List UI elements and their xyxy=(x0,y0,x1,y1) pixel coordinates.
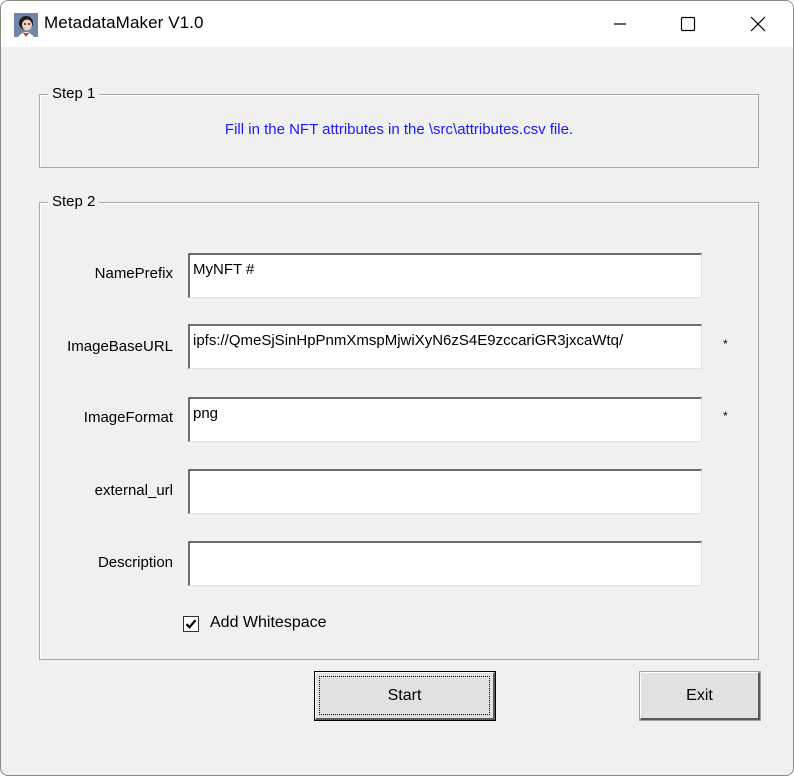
imageformat-label: ImageFormat xyxy=(83,409,173,426)
maximize-button[interactable] xyxy=(653,1,723,47)
add-whitespace-checkbox[interactable] xyxy=(183,616,199,632)
window-title: MetadataMaker V1.0 xyxy=(44,13,204,32)
close-button[interactable] xyxy=(723,1,793,47)
description-input[interactable] xyxy=(188,541,702,586)
nameprefix-input[interactable]: MyNFT # xyxy=(188,253,702,298)
minimize-button[interactable] xyxy=(585,1,655,47)
step1-legend: Step 1 xyxy=(48,85,100,102)
step1-group: Step 1 Fill in the NFT attributes in the… xyxy=(39,85,759,168)
add-whitespace-label: Add Whitespace xyxy=(210,614,327,631)
description-label: Description xyxy=(97,554,173,571)
external-url-label: external_url xyxy=(94,482,173,499)
start-button[interactable]: Start xyxy=(314,671,496,721)
maximize-icon xyxy=(680,16,696,32)
imageformat-input[interactable]: png xyxy=(188,397,702,442)
app-window: MetadataMaker V1.0 Step 1 Fill in the NF… xyxy=(0,0,794,776)
focus-rectangle xyxy=(319,676,490,715)
imagebaseurl-input[interactable]: ipfs://QmeSjSinHpPnmXmspMjwiXyN6zS4E9zcc… xyxy=(188,324,702,369)
step1-info-text: Fill in the NFT attributes in the \src\a… xyxy=(224,121,574,138)
app-avatar-icon xyxy=(14,13,38,37)
imagebaseurl-required-mark: * xyxy=(723,337,728,351)
exit-button-label: Exit xyxy=(686,686,713,704)
checkmark-icon xyxy=(185,619,197,629)
step2-legend: Step 2 xyxy=(48,193,100,210)
exit-button[interactable]: Exit xyxy=(639,671,761,721)
external-url-input[interactable] xyxy=(188,469,702,514)
imageformat-required-mark: * xyxy=(723,409,728,423)
minimize-icon xyxy=(614,23,626,25)
imagebaseurl-label: ImageBaseURL xyxy=(67,338,173,355)
close-icon xyxy=(750,16,766,32)
nameprefix-label: NamePrefix xyxy=(94,265,173,282)
title-bar[interactable]: MetadataMaker V1.0 xyxy=(1,1,793,47)
